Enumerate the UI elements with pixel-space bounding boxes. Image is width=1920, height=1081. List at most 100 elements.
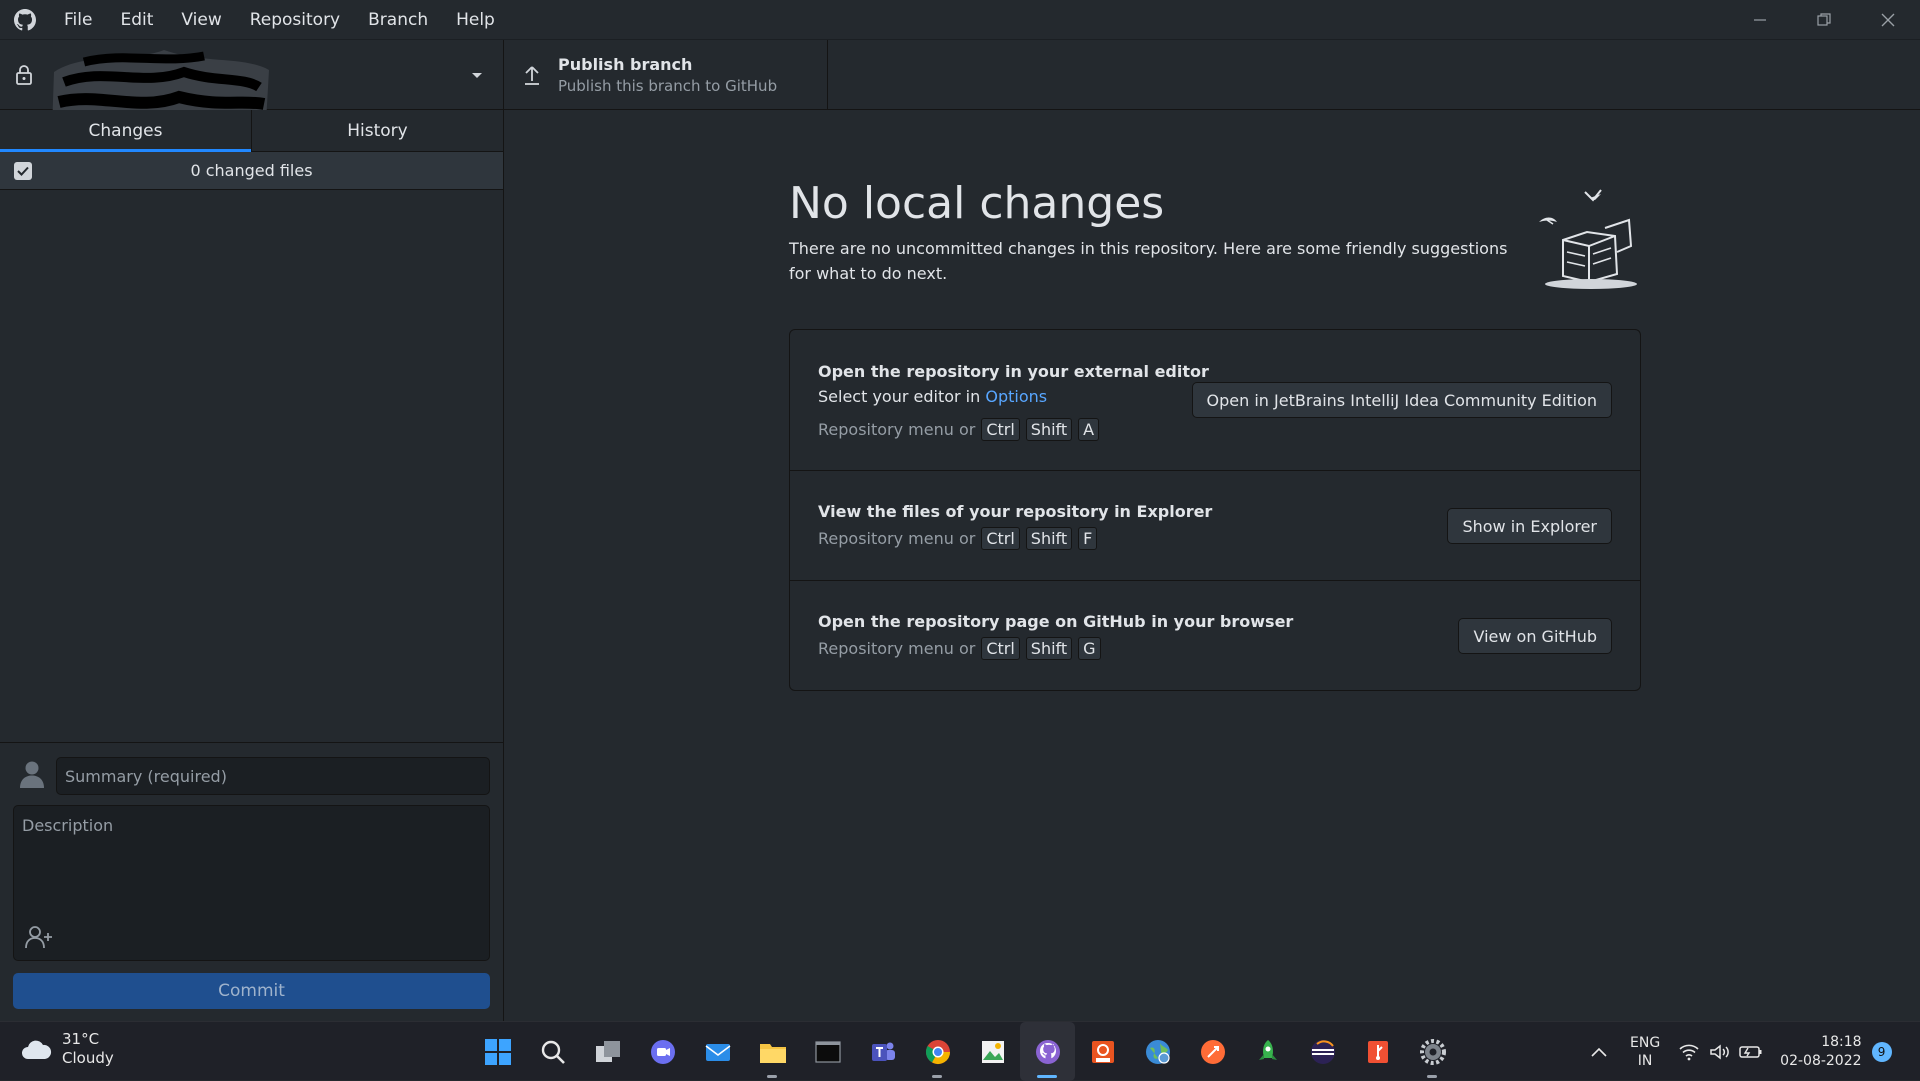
clock-time: 18:18	[1821, 1033, 1862, 1050]
upload-icon	[525, 66, 539, 85]
terminal-icon	[814, 1040, 841, 1063]
chevron-up-icon[interactable]	[1590, 1045, 1608, 1059]
wifi-icon[interactable]	[1678, 1043, 1700, 1061]
key-g: G	[1078, 637, 1101, 660]
taskbar-apps	[470, 1022, 1460, 1081]
github-logo-icon	[0, 0, 50, 40]
clock-date: 02-08-2022	[1780, 1052, 1862, 1069]
taskbar-chat[interactable]	[635, 1022, 690, 1081]
shortcut-prefix: Repository menu or	[818, 639, 976, 658]
git-icon	[1367, 1040, 1388, 1063]
action-show-in-explorer-title: View the files of your repository in Exp…	[818, 502, 1213, 521]
weather-temperature: 31°C	[62, 1030, 100, 1048]
commit-description-box	[13, 805, 490, 961]
shortcut-prefix: Repository menu or	[818, 420, 976, 439]
taskbar-postman[interactable]	[1185, 1022, 1240, 1081]
commit-message-area: Commit	[0, 742, 503, 1021]
volume-icon[interactable]	[1708, 1043, 1734, 1061]
settings-icon	[1419, 1038, 1446, 1065]
key-ctrl: Ctrl	[981, 418, 1020, 441]
task-view-icon	[595, 1040, 620, 1062]
image-editor-icon	[981, 1040, 1004, 1063]
open-in-editor-button[interactable]: Open in JetBrains IntelliJ Idea Communit…	[1191, 382, 1612, 418]
running-indicator	[1037, 1075, 1057, 1078]
key-f: F	[1078, 527, 1098, 550]
weather-text: 31°C Cloudy	[62, 1030, 114, 1068]
battery-icon[interactable]	[1738, 1043, 1764, 1061]
select-all-checkbox[interactable]	[14, 162, 32, 180]
commit-button[interactable]: Commit	[13, 973, 490, 1009]
taskbar-terminal[interactable]	[800, 1022, 855, 1081]
commit-description-input[interactable]	[14, 806, 489, 916]
close-button[interactable]	[1856, 0, 1920, 40]
windows-start-icon	[484, 1038, 511, 1065]
ubuntu-icon	[1091, 1040, 1114, 1063]
restore-icon	[1817, 13, 1831, 26]
taskbar-git[interactable]	[1350, 1022, 1405, 1081]
windows-start-button[interactable]	[470, 1022, 525, 1081]
menu-bar: File Edit View Repository Branch Help	[50, 0, 509, 40]
changes-sidebar: Changes History 0 changed files Summary …	[0, 110, 504, 1021]
notification-badge[interactable]: 9	[1871, 1041, 1892, 1062]
commit-summary-input[interactable]	[56, 757, 490, 795]
options-link[interactable]: Options	[985, 387, 1047, 406]
menu-file[interactable]: File	[50, 0, 106, 40]
page-title: No local changes	[789, 178, 1165, 229]
mail-icon	[705, 1043, 730, 1061]
publish-branch-subtitle: Publish this branch to GitHub	[558, 77, 778, 95]
chevron-down-icon	[472, 73, 482, 78]
current-repository-selector[interactable]	[0, 40, 504, 134]
taskbar-search[interactable]	[525, 1022, 580, 1081]
add-coauthor-icon[interactable]	[24, 924, 54, 950]
taskbar-teams[interactable]	[855, 1022, 910, 1081]
taskbar-image-editor[interactable]	[965, 1022, 1020, 1081]
menu-help[interactable]: Help	[442, 0, 509, 40]
running-indicator	[767, 1075, 777, 1078]
tab-history[interactable]: History	[252, 110, 503, 151]
window-controls	[1728, 0, 1920, 40]
search-icon	[541, 1040, 565, 1064]
view-on-github-button[interactable]: View on GitHub	[1458, 618, 1612, 654]
action-open-editor-subtitle: Select your editor in Options	[818, 387, 1047, 406]
taskbar-chrome[interactable]	[910, 1022, 965, 1081]
running-indicator	[1427, 1075, 1437, 1078]
restore-button[interactable]	[1792, 0, 1856, 40]
key-shift: Shift	[1025, 527, 1073, 550]
minimize-button[interactable]	[1728, 0, 1792, 40]
menu-edit[interactable]: Edit	[106, 0, 167, 40]
taskbar-settings[interactable]	[1405, 1022, 1460, 1081]
key-ctrl: Ctrl	[981, 637, 1020, 660]
taskbar-github-desktop[interactable]	[1020, 1022, 1075, 1081]
menu-branch[interactable]: Branch	[354, 0, 442, 40]
taskbar-eclipse[interactable]	[1295, 1022, 1350, 1081]
action-view-on-github-shortcut: Repository menu or Ctrl Shift G	[818, 637, 1101, 660]
action-open-editor-shortcut: Repository menu or Ctrl Shift A	[818, 418, 1100, 441]
changed-files-header: 0 changed files	[0, 152, 503, 190]
menu-view[interactable]: View	[167, 0, 235, 40]
sidebar-tabs: Changes History	[0, 110, 503, 152]
taskbar-rocket-app[interactable]	[1240, 1022, 1295, 1081]
taskbar-globe-app[interactable]	[1130, 1022, 1185, 1081]
taskbar-file-explorer[interactable]	[745, 1022, 800, 1081]
menu-repository[interactable]: Repository	[236, 0, 354, 40]
suggested-actions: Open the repository in your external edi…	[789, 329, 1641, 691]
weather-condition: Cloudy	[62, 1049, 114, 1067]
key-a: A	[1078, 418, 1100, 441]
taskbar-task-view[interactable]	[580, 1022, 635, 1081]
teams-icon	[871, 1042, 895, 1061]
system-tray: ENG IN 18:18 02-08-2022 9	[1590, 1022, 1892, 1081]
action-open-editor-subtitle-text: Select your editor in	[818, 387, 986, 406]
tab-changes[interactable]: Changes	[0, 110, 252, 152]
taskbar-ubuntu[interactable]	[1075, 1022, 1130, 1081]
taskbar-mail[interactable]	[690, 1022, 745, 1081]
input-language[interactable]: ENG IN	[1630, 1034, 1660, 1070]
taskbar: 31°C Cloudy ENG IN 18:18 02-08-2022 9	[0, 1021, 1920, 1081]
weather-widget[interactable]: 31°C Cloudy	[20, 1030, 114, 1068]
action-show-in-explorer-shortcut: Repository menu or Ctrl Shift F	[818, 527, 1098, 550]
postman-icon	[1200, 1039, 1225, 1064]
show-in-explorer-button[interactable]: Show in Explorer	[1447, 508, 1612, 544]
publish-branch-button[interactable]: Publish branch Publish this branch to Gi…	[504, 40, 828, 110]
clock[interactable]: 18:18 02-08-2022	[1780, 1033, 1861, 1071]
action-open-editor-title: Open the repository in your external edi…	[818, 362, 1209, 381]
github-desktop-window: File Edit View Repository Branch Help Pu…	[0, 0, 1920, 1021]
